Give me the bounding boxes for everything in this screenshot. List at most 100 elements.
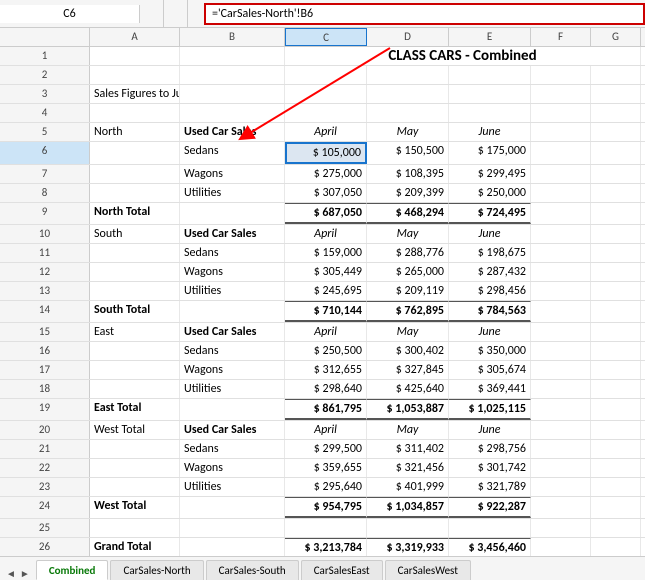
tab-nav-right[interactable]: ► (18, 567, 32, 580)
row-number[interactable]: 3 (0, 85, 90, 103)
cell[interactable]: $ 159,000 (285, 244, 367, 262)
col-header-c[interactable]: C (285, 28, 367, 46)
cell[interactable] (531, 323, 591, 341)
cell[interactable] (531, 497, 591, 518)
cell[interactable]: $ 301,742 (449, 459, 531, 477)
cell[interactable]: April (285, 123, 367, 141)
cell[interactable] (90, 142, 180, 164)
cell[interactable]: $ 369,441 (449, 380, 531, 398)
cell[interactable] (531, 478, 591, 496)
cell[interactable] (180, 47, 285, 65)
cell[interactable] (591, 478, 641, 496)
cell[interactable]: $ 312,655 (285, 361, 367, 379)
cell[interactable] (591, 225, 641, 243)
cell[interactable] (531, 459, 591, 477)
col-header-b[interactable]: B (180, 28, 285, 46)
col-header-a[interactable]: A (90, 28, 180, 46)
cell[interactable]: Wagons (180, 361, 285, 379)
cell[interactable] (90, 244, 180, 262)
cell[interactable]: $ 468,294 (367, 203, 449, 224)
cell[interactable] (449, 104, 531, 122)
row-number[interactable]: 26 (0, 538, 90, 556)
cell[interactable]: Sedans (180, 244, 285, 262)
cell[interactable]: $ 150,500 (367, 142, 449, 164)
cell[interactable] (367, 85, 449, 103)
cell[interactable]: $ 350,000 (449, 342, 531, 360)
cell[interactable]: East (90, 323, 180, 341)
cell[interactable]: $ 209,119 (367, 282, 449, 300)
sheet-tab-carsaleswest[interactable]: CarSalesWest (385, 560, 471, 580)
cell[interactable]: $ 3,319,933 (367, 538, 449, 556)
cell[interactable]: Sedans (180, 440, 285, 458)
accept-button[interactable] (164, 0, 188, 27)
cell[interactable]: $ 105,000 (285, 142, 367, 164)
row-number[interactable]: 12 (0, 263, 90, 281)
cell[interactable] (449, 66, 531, 84)
cell[interactable] (591, 282, 641, 300)
cell[interactable] (591, 184, 641, 202)
cell[interactable]: West Total (90, 497, 180, 518)
cell[interactable] (180, 104, 285, 122)
cell[interactable] (449, 519, 531, 537)
cell[interactable] (367, 519, 449, 537)
row-number[interactable]: 15 (0, 323, 90, 341)
cell[interactable] (591, 323, 641, 341)
cell[interactable] (591, 263, 641, 281)
sheet-tab-carsales-north[interactable]: CarSales-North (110, 560, 203, 580)
cell[interactable] (90, 184, 180, 202)
col-header-f[interactable]: F (531, 28, 591, 46)
cell[interactable] (591, 85, 641, 103)
cell[interactable] (531, 282, 591, 300)
cell[interactable]: $ 198,675 (449, 244, 531, 262)
cell[interactable]: Utilities (180, 184, 285, 202)
cell[interactable] (591, 497, 641, 518)
cell[interactable] (591, 123, 641, 141)
cell[interactable]: $ 954,795 (285, 497, 367, 518)
cell[interactable]: May (367, 123, 449, 141)
cell[interactable]: April (285, 323, 367, 341)
cell[interactable] (90, 263, 180, 281)
cell[interactable]: June (449, 323, 531, 341)
cell[interactable] (90, 165, 180, 183)
cell[interactable]: $ 3,456,460 (449, 538, 531, 556)
cell[interactable] (531, 165, 591, 183)
cell[interactable]: $ 265,000 (367, 263, 449, 281)
cell[interactable]: Wagons (180, 165, 285, 183)
cell[interactable] (591, 399, 641, 420)
cell[interactable]: Wagons (180, 459, 285, 477)
cell[interactable] (180, 519, 285, 537)
formula-input[interactable] (204, 3, 645, 25)
cell[interactable] (90, 459, 180, 477)
cell[interactable]: $ 327,845 (367, 361, 449, 379)
row-number[interactable]: 24 (0, 497, 90, 518)
cell[interactable] (531, 244, 591, 262)
cell[interactable]: Utilities (180, 380, 285, 398)
cell[interactable] (531, 399, 591, 420)
row-number[interactable]: 18 (0, 380, 90, 398)
col-header-g[interactable]: G (591, 28, 641, 46)
cell[interactable]: $ 359,655 (285, 459, 367, 477)
cell[interactable] (531, 203, 591, 224)
cell[interactable]: Used Car Sales (180, 421, 285, 439)
cell[interactable] (285, 85, 367, 103)
cell[interactable]: $ 295,640 (285, 478, 367, 496)
col-header-d[interactable]: D (367, 28, 449, 46)
cell[interactable] (180, 85, 285, 103)
cell[interactable]: $ 861,795 (285, 399, 367, 420)
cell[interactable]: Used Car Sales (180, 225, 285, 243)
row-number[interactable]: 2 (0, 66, 90, 84)
cell[interactable] (90, 104, 180, 122)
cell[interactable]: South (90, 225, 180, 243)
cell[interactable] (90, 478, 180, 496)
cell[interactable]: $ 275,000 (285, 165, 367, 183)
cell[interactable] (90, 66, 180, 84)
cell[interactable] (531, 184, 591, 202)
row-number[interactable]: 11 (0, 244, 90, 262)
cell[interactable]: Grand Total (90, 538, 180, 556)
cell[interactable]: $ 425,640 (367, 380, 449, 398)
cell[interactable] (531, 142, 591, 164)
cell[interactable] (591, 440, 641, 458)
cell[interactable]: June (449, 225, 531, 243)
cell[interactable]: June (449, 421, 531, 439)
cell[interactable] (180, 203, 285, 224)
